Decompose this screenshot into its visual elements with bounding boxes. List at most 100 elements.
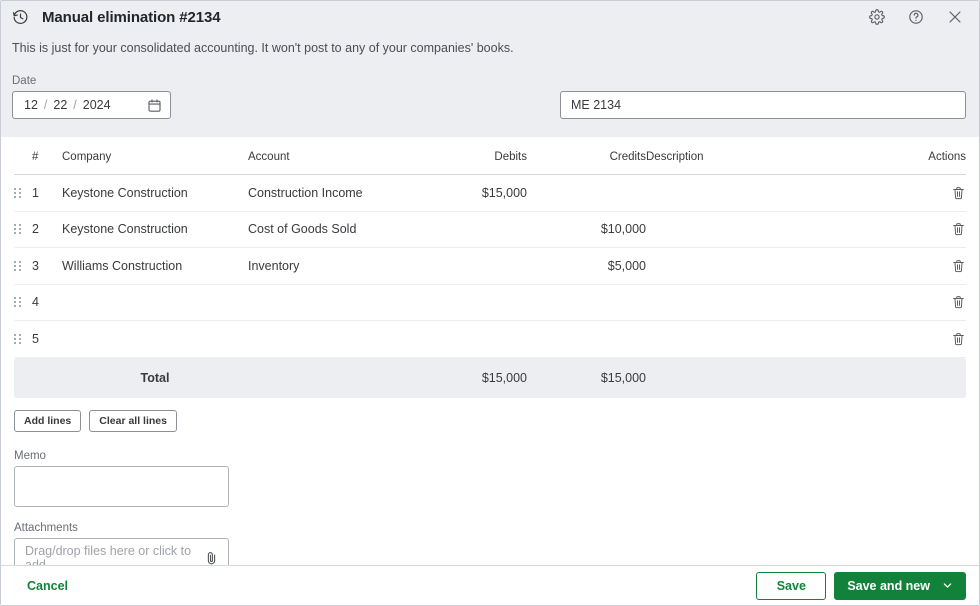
row-company[interactable]: Keystone Construction — [62, 175, 248, 211]
row-drag-cell[interactable] — [14, 212, 32, 248]
row-description[interactable] — [646, 285, 876, 321]
trash-icon[interactable] — [951, 185, 966, 201]
drag-handle-icon[interactable] — [14, 260, 21, 271]
column-header-description: Description — [646, 151, 704, 163]
row-debits[interactable]: $15,000 — [415, 175, 527, 211]
save-button[interactable]: Save — [756, 571, 827, 600]
trash-icon[interactable] — [951, 294, 966, 310]
date-field-group: Date 12 / 22 / 2024 — [12, 75, 171, 119]
drag-handle-icon[interactable] — [14, 333, 21, 344]
row-company[interactable] — [62, 285, 248, 321]
memo-input[interactable] — [14, 465, 229, 507]
row-actions — [876, 175, 966, 211]
total-debits: $15,000 — [481, 370, 527, 385]
save-and-new-button[interactable]: Save and new — [834, 571, 966, 600]
trash-icon[interactable] — [951, 221, 966, 237]
row-actions — [876, 285, 966, 321]
modal-subtitle: This is just for your consolidated accou… — [12, 41, 514, 55]
reference-value[interactable]: ME 2134 — [571, 98, 621, 112]
row-description[interactable] — [646, 175, 876, 211]
close-x-icon[interactable] — [947, 9, 963, 25]
drag-handle-icon[interactable] — [14, 187, 21, 198]
column-header-debits: Debits — [494, 151, 527, 163]
date-day-value[interactable]: 22 — [53, 98, 67, 112]
total-account-spacer — [248, 365, 415, 391]
row-debits[interactable] — [415, 212, 527, 248]
total-credits: $15,000 — [600, 370, 646, 385]
row-description[interactable] — [646, 212, 876, 248]
date-year-value[interactable]: 2024 — [83, 98, 111, 112]
save-and-new-label: Save and new — [847, 578, 930, 593]
column-header-number: # — [32, 151, 39, 163]
row-drag-cell[interactable] — [14, 248, 32, 284]
modal-titlebar: Manual elimination #2134 — [1, 1, 979, 33]
table-row: 5 — [14, 321, 966, 358]
row-description[interactable] — [646, 321, 876, 357]
row-account[interactable]: Construction Income — [248, 175, 415, 211]
reference-input[interactable]: ME 2134 — [560, 91, 966, 119]
row-credits[interactable]: $5,000 — [527, 248, 646, 284]
row-debits[interactable] — [415, 248, 527, 284]
help-circle-icon[interactable] — [908, 9, 924, 25]
row-company[interactable] — [62, 321, 248, 357]
table-row: 4 — [14, 285, 966, 321]
column-header-company: Company — [62, 151, 112, 163]
row-drag-cell[interactable] — [14, 285, 32, 321]
row-credits[interactable]: $10,000 — [527, 212, 646, 248]
date-separator-2: / — [73, 98, 77, 112]
row-credits[interactable] — [527, 285, 646, 321]
table-header-row: # Company Account Debits Credits Descrip… — [14, 137, 966, 175]
page-title: Manual elimination #2134 — [42, 8, 221, 26]
table-row: 1 Keystone Construction Construction Incom… — [14, 175, 966, 212]
row-debits[interactable] — [415, 285, 527, 321]
table-row: 2 Keystone Construction Cost of Goods Sold… — [14, 212, 966, 248]
row-debits[interactable] — [415, 321, 527, 357]
trash-icon[interactable] — [951, 258, 966, 274]
row-company[interactable]: Keystone Construction — [62, 212, 248, 248]
row-drag-cell[interactable] — [14, 321, 32, 357]
titlebar-actions — [869, 9, 969, 25]
memo-label: Memo — [14, 449, 46, 462]
row-account[interactable]: Cost of Goods Sold — [248, 212, 415, 248]
table-row: 3 Williams Construction Inventory $5,000 — [14, 248, 966, 285]
row-number: 5 — [32, 331, 39, 346]
drag-handle-icon[interactable] — [14, 224, 21, 235]
journal-lines-table: # Company Account Debits Credits Descrip… — [1, 137, 979, 595]
row-account[interactable] — [248, 321, 415, 357]
row-company[interactable]: Williams Construction — [62, 248, 248, 284]
row-description[interactable] — [646, 248, 876, 284]
clear-all-lines-button[interactable]: Clear all lines — [89, 409, 177, 432]
row-actions — [876, 248, 966, 284]
row-number: 2 — [32, 222, 39, 237]
drag-handle-icon[interactable] — [14, 297, 21, 308]
cancel-button[interactable]: Cancel — [27, 579, 68, 593]
row-credits[interactable] — [527, 175, 646, 211]
trash-icon[interactable] — [951, 331, 966, 347]
header-drag-spacer — [14, 143, 32, 168]
total-num-spacer — [32, 365, 62, 391]
history-clock-icon[interactable] — [12, 9, 29, 26]
calendar-icon[interactable] — [147, 98, 162, 113]
total-label: Total — [140, 370, 170, 385]
total-row: Total $15,000 $15,000 — [14, 357, 966, 398]
row-actions — [876, 321, 966, 357]
date-label: Date — [12, 75, 37, 87]
paperclip-icon[interactable] — [204, 550, 219, 566]
column-header-credits: Credits — [609, 151, 646, 163]
modal-header-panel: Manual elimination #2134 This is just fo… — [1, 1, 979, 137]
date-separator-1: / — [43, 98, 48, 112]
gear-icon[interactable] — [869, 9, 885, 25]
row-account[interactable] — [248, 285, 415, 321]
total-description-spacer — [646, 365, 876, 391]
row-account[interactable]: Inventory — [248, 248, 415, 284]
chevron-down-icon[interactable] — [942, 580, 953, 591]
date-input[interactable]: 12 / 22 / 2024 — [12, 91, 171, 119]
row-number: 1 — [32, 185, 39, 200]
row-drag-cell[interactable] — [14, 175, 32, 211]
add-lines-button[interactable]: Add lines — [14, 409, 82, 432]
date-month-value[interactable]: 12 — [24, 98, 38, 112]
table-body: 1 Keystone Construction Construction Incom… — [14, 175, 966, 358]
attachments-label: Attachments — [14, 521, 78, 534]
column-header-account: Account — [248, 151, 290, 163]
row-credits[interactable] — [527, 321, 646, 357]
